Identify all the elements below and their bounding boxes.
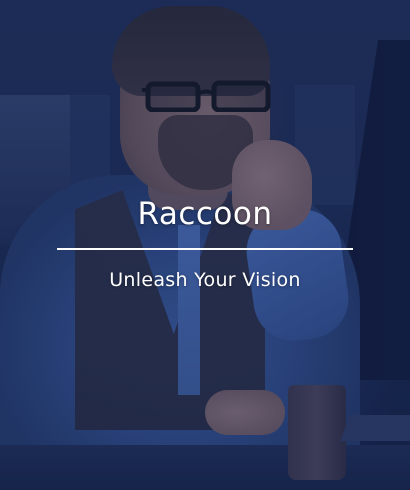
hero-banner: Raccoon Unleash Your Vision [0,0,410,490]
brand-title: Raccoon [137,196,273,232]
title-divider [57,248,353,250]
hero-tagline: Unleash Your Vision [109,269,301,291]
hero-caption: Raccoon Unleash Your Vision [0,188,410,294]
